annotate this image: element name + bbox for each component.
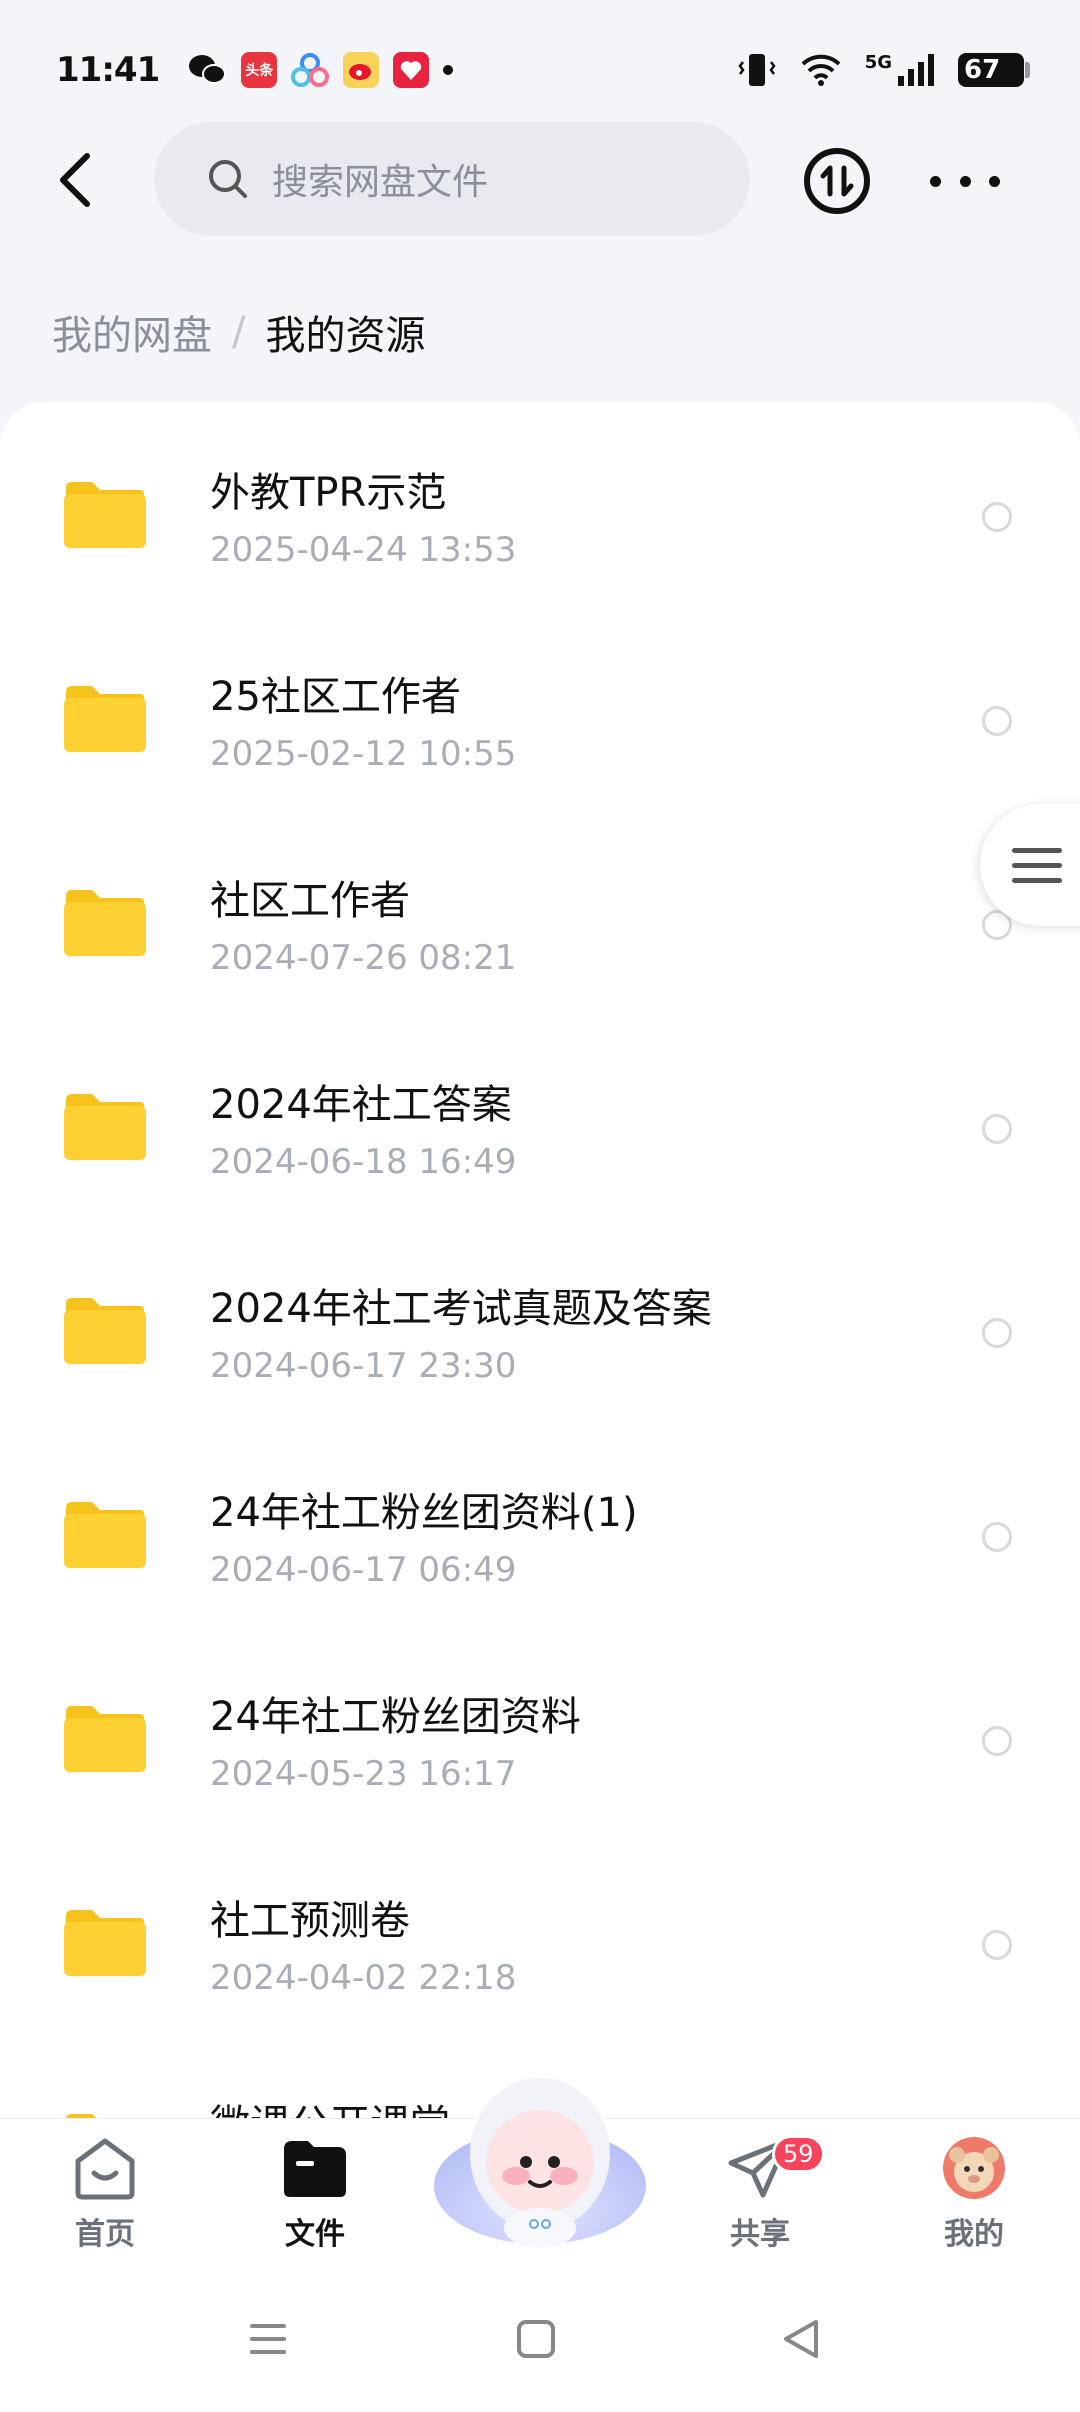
select-radio[interactable] xyxy=(982,1522,1012,1552)
status-bar: 11:41 头条 5G 67 xyxy=(0,0,1080,140)
nav-files-label: 文件 xyxy=(285,2217,345,2252)
file-name: 24年社工粉丝团资料(1) xyxy=(210,1490,638,1536)
select-radio[interactable] xyxy=(982,1726,1012,1756)
more-notifications-dot xyxy=(443,65,454,75)
folder-icon xyxy=(64,686,146,752)
nav-share-label: 共享 xyxy=(730,2217,790,2252)
file-row[interactable]: 社工预测卷 2024-04-02 22:18 xyxy=(0,1830,1080,2034)
file-date: 2024-05-23 16:17 xyxy=(210,1754,517,1794)
notification-icons: 头条 xyxy=(187,52,454,88)
breadcrumb-root[interactable]: 我的网盘 xyxy=(52,303,212,361)
home-icon xyxy=(75,2138,135,2200)
file-row[interactable]: 2024年社工答案 2024-06-18 16:49 xyxy=(0,1014,1080,1218)
top-bar: 搜索网盘文件 xyxy=(0,120,1080,240)
more-dot-icon xyxy=(930,175,941,187)
file-date: 2025-02-12 10:55 xyxy=(210,734,517,774)
menu-line-icon xyxy=(1012,862,1062,868)
folder-icon xyxy=(64,1094,146,1160)
file-name: 社工预测卷 xyxy=(210,1898,410,1944)
recent-apps-icon[interactable] xyxy=(238,2314,298,2364)
breadcrumb-current: 我的资源 xyxy=(265,313,426,359)
folder-icon xyxy=(64,1502,146,1568)
toutiao-icon: 头条 xyxy=(241,52,278,88)
file-date: 2024-06-17 23:30 xyxy=(210,1346,517,1386)
file-row[interactable]: 2024年社工考试真题及答案 2024-06-17 23:30 xyxy=(0,1218,1080,1422)
chevron-left-icon xyxy=(60,153,90,207)
battery-level: 67 xyxy=(964,55,1001,85)
xiaohongshu-icon xyxy=(393,52,430,88)
toutiao-label: 头条 xyxy=(245,63,274,79)
select-radio[interactable] xyxy=(982,706,1012,736)
file-name: 24年社工粉丝团资料 xyxy=(210,1694,581,1740)
folder-icon xyxy=(64,482,146,548)
select-radio[interactable] xyxy=(982,1930,1012,1960)
file-name: 外教TPR示范 xyxy=(210,470,447,516)
file-date: 2024-06-18 16:49 xyxy=(210,1142,517,1182)
more-dot-icon xyxy=(989,175,1000,187)
home-button-icon[interactable] xyxy=(506,2314,566,2364)
file-row[interactable]: 外教TPR示范 2025-04-24 13:53 xyxy=(0,402,1080,606)
back-button[interactable] xyxy=(40,145,110,215)
share-badge: 59 xyxy=(772,2135,825,2173)
file-list: 外教TPR示范 2025-04-24 13:53 25社区工作者 2025-02… xyxy=(0,402,1080,2122)
search-input[interactable]: 搜索网盘文件 xyxy=(154,122,750,236)
nav-share[interactable]: 59 共享 xyxy=(690,2135,830,2265)
file-name: 2024年社工答案 xyxy=(210,1082,512,1128)
more-dot-icon xyxy=(959,175,971,187)
folder-icon xyxy=(64,890,146,956)
baidu-netdisk-icon xyxy=(291,53,330,87)
file-row[interactable]: 25社区工作者 2025-02-12 10:55 xyxy=(0,606,1080,810)
status-right: 5G 67 xyxy=(737,50,1030,90)
search-placeholder: 搜索网盘文件 xyxy=(272,162,489,203)
cellular-indicator: 5G xyxy=(865,52,936,88)
transfer-list-button[interactable] xyxy=(804,148,870,214)
folder-icon xyxy=(64,1706,146,1772)
signal-icon xyxy=(898,54,934,86)
file-row[interactable]: 24年社工粉丝团资料 2024-05-23 16:17 xyxy=(0,1626,1080,1830)
nav-mine-label: 我的 xyxy=(944,2217,1004,2252)
file-date: 2024-07-26 08:21 xyxy=(210,938,517,978)
wifi-icon xyxy=(801,54,841,86)
select-radio[interactable] xyxy=(982,1318,1012,1348)
weibo-icon xyxy=(343,52,380,88)
breadcrumb: 我的网盘 / 我的资源 xyxy=(52,302,425,362)
assistant-mascot-button[interactable] xyxy=(430,2058,650,2248)
file-name: 25社区工作者 xyxy=(210,674,461,720)
menu-line-icon xyxy=(1012,877,1062,883)
file-name: 社区工作者 xyxy=(210,878,410,924)
more-options-button[interactable] xyxy=(930,156,1000,206)
nav-mine[interactable]: 我的 xyxy=(904,2135,1044,2265)
nav-home[interactable]: 首页 xyxy=(35,2135,175,2265)
file-date: 2024-06-17 06:49 xyxy=(210,1550,517,1590)
transfer-arrows-icon xyxy=(820,165,854,197)
select-radio[interactable] xyxy=(982,1114,1012,1144)
battery-icon: 67 xyxy=(958,53,1030,87)
system-nav-bar xyxy=(0,2268,1080,2412)
file-row[interactable]: 社区工作者 2024-07-26 08:21 xyxy=(0,810,1080,1014)
file-date: 2024-04-02 22:18 xyxy=(210,1958,517,1998)
network-type: 5G xyxy=(864,52,892,73)
file-name: 2024年社工考试真题及答案 xyxy=(210,1286,712,1332)
nav-files[interactable]: 文件 xyxy=(245,2135,385,2265)
file-date: 2025-04-24 13:53 xyxy=(210,530,517,570)
menu-line-icon xyxy=(1012,847,1062,853)
folder-icon xyxy=(64,1910,146,1976)
folder-icon xyxy=(64,1298,146,1364)
vibrate-icon xyxy=(738,54,776,86)
breadcrumb-separator: / xyxy=(232,309,246,355)
wechat-icon xyxy=(189,55,227,84)
select-radio[interactable] xyxy=(982,502,1012,532)
nav-home-label: 首页 xyxy=(75,2217,135,2252)
search-icon xyxy=(209,160,247,198)
file-row[interactable]: 24年社工粉丝团资料(1) 2024-06-17 06:49 xyxy=(0,1422,1080,1626)
avatar xyxy=(943,2137,1005,2199)
status-time: 11:41 xyxy=(56,50,160,90)
folder-filled-icon xyxy=(284,2141,346,2197)
back-triangle-icon[interactable] xyxy=(772,2314,832,2364)
